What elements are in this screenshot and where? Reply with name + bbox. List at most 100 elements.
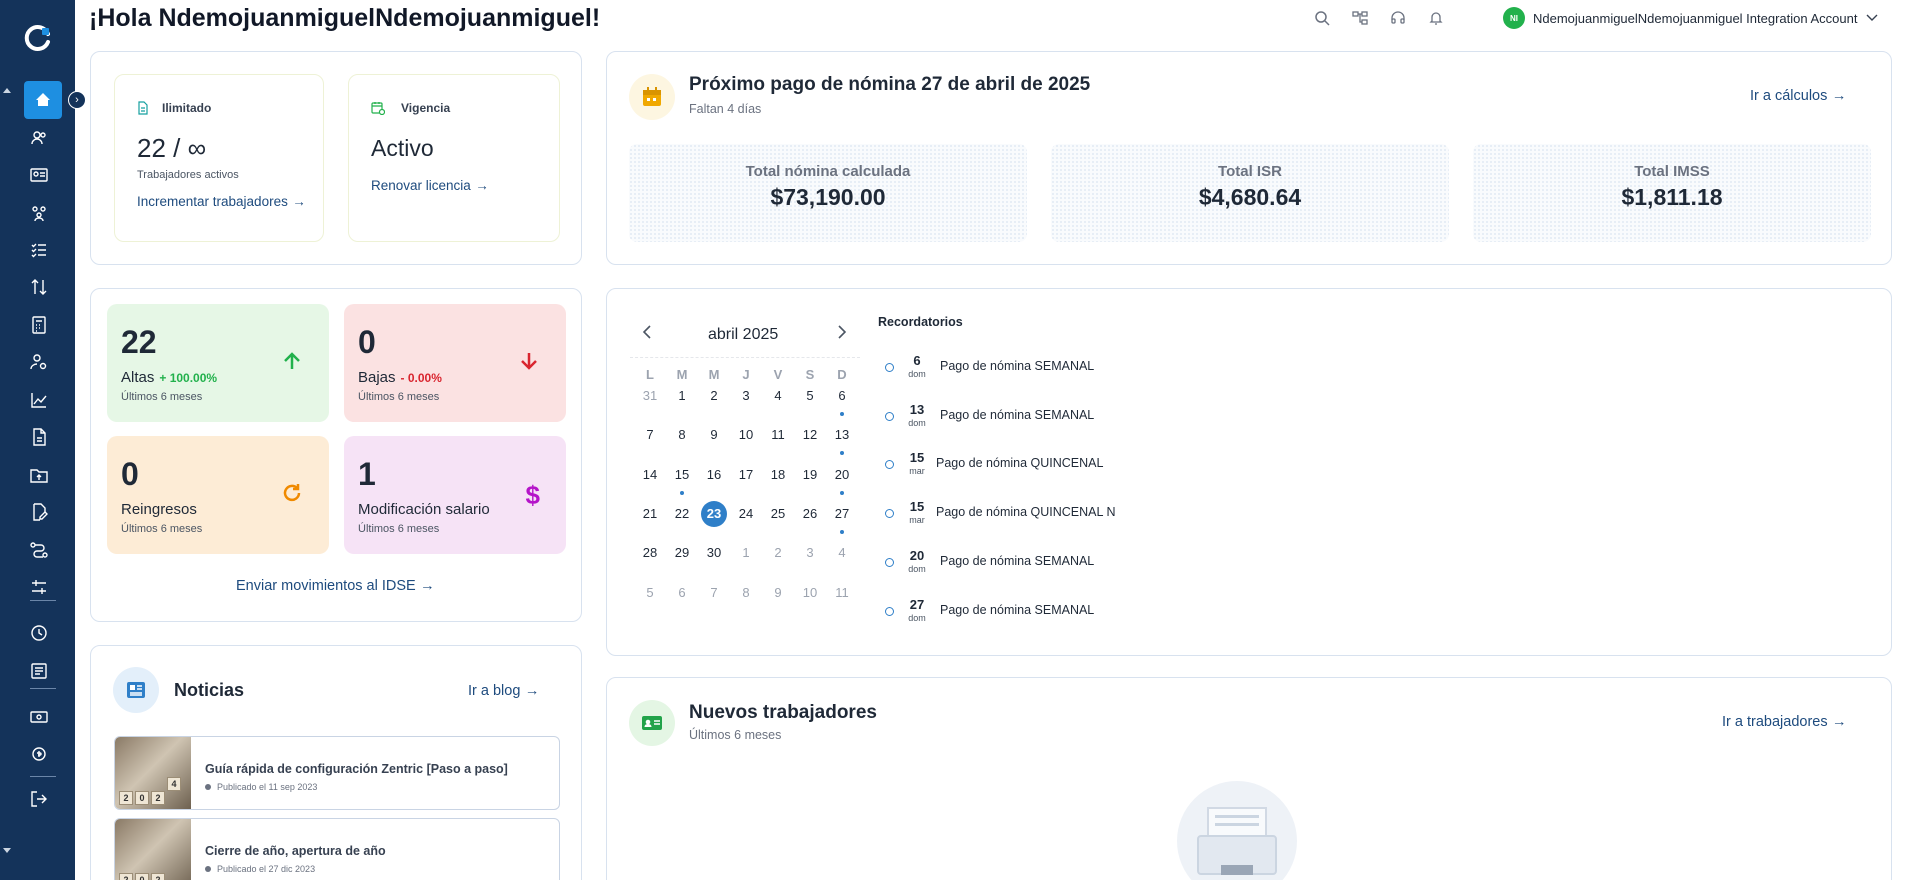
arrow-up-icon bbox=[281, 348, 303, 379]
go-to-calculations-link[interactable]: Ir a cálculos → bbox=[1750, 87, 1846, 105]
calendar-day[interactable]: 19 bbox=[797, 462, 823, 488]
total-isr-box: Total ISR $4,680.64 bbox=[1051, 144, 1449, 242]
calendar-day[interactable]: 8 bbox=[733, 580, 759, 606]
calendar-day[interactable]: 4 bbox=[829, 540, 855, 566]
money-icon[interactable] bbox=[25, 703, 53, 731]
salary-change-tile[interactable]: 1 Modificación salario Últimos 6 meses $ bbox=[344, 436, 566, 554]
go-to-workers-link[interactable]: Ir a trabajadores → bbox=[1722, 713, 1847, 731]
refresh-icon bbox=[281, 480, 303, 511]
send-idse-link[interactable]: Enviar movimientos al IDSE → bbox=[236, 577, 435, 595]
dollar-icon: $ bbox=[525, 480, 540, 510]
calendar-day[interactable]: 9 bbox=[765, 580, 791, 606]
clock-icon[interactable] bbox=[25, 619, 53, 647]
calendar-day[interactable]: 3 bbox=[797, 540, 823, 566]
calendar-day[interactable]: 10 bbox=[797, 580, 823, 606]
transfer-icon[interactable] bbox=[25, 273, 53, 301]
calendar-day[interactable]: 14 bbox=[637, 462, 663, 488]
sliders-icon[interactable] bbox=[25, 573, 53, 601]
calendar-day[interactable]: 5 bbox=[797, 383, 823, 409]
salary-change-value: 1 bbox=[358, 456, 376, 492]
calendar-day[interactable]: 3 bbox=[733, 383, 759, 409]
calendar-day[interactable]: 11 bbox=[829, 580, 855, 606]
org-chart-icon[interactable] bbox=[1350, 8, 1370, 28]
total-imss-label: Total IMSS bbox=[1634, 163, 1710, 180]
calendar-divider bbox=[630, 357, 860, 358]
calendar-day[interactable]: 12 bbox=[797, 422, 823, 448]
scroll-down-caret-icon[interactable] bbox=[3, 848, 11, 853]
sidebar-collapse-button[interactable]: › bbox=[68, 91, 86, 109]
payroll-subtitle: Faltan 4 días bbox=[689, 102, 762, 116]
team-icon[interactable] bbox=[25, 199, 53, 227]
folder-upload-icon[interactable] bbox=[25, 461, 53, 489]
calendar-day[interactable]: 27 bbox=[829, 501, 855, 527]
support-headset-icon[interactable] bbox=[1388, 8, 1408, 28]
thumb-block: 0 bbox=[135, 873, 149, 880]
reminder-bullet-icon bbox=[885, 412, 894, 421]
go-to-blog-link[interactable]: Ir a blog → bbox=[468, 682, 539, 700]
calendar-day[interactable]: 13 bbox=[829, 422, 855, 448]
calendar-day[interactable]: 20 bbox=[829, 462, 855, 488]
calendar-day[interactable]: 21 bbox=[637, 501, 663, 527]
calculator-icon[interactable] bbox=[25, 311, 53, 339]
calendar-day[interactable]: 15 bbox=[669, 462, 695, 488]
news-item[interactable]: 2 0 2 Cierre de año, apertura de año Pub… bbox=[114, 818, 560, 880]
search-icon[interactable] bbox=[1312, 8, 1332, 28]
reminder-bullet-icon bbox=[885, 558, 894, 567]
bell-icon[interactable] bbox=[1426, 8, 1446, 28]
calendar-day[interactable]: 16 bbox=[701, 462, 727, 488]
flow-icon[interactable] bbox=[25, 536, 53, 564]
scroll-up-caret-icon[interactable] bbox=[3, 88, 11, 93]
report-icon[interactable] bbox=[25, 657, 53, 685]
increase-workers-link[interactable]: Incrementar trabajadores → bbox=[137, 193, 306, 211]
calendar-day[interactable]: 24 bbox=[733, 501, 759, 527]
news-item[interactable]: 2 0 2 4 Guía rápida de configuración Zen… bbox=[114, 736, 560, 810]
hires-tile[interactable]: 22 Altas + 100.00% Últimos 6 meses bbox=[107, 304, 329, 422]
calendar-day[interactable]: 1 bbox=[669, 383, 695, 409]
calendar-day[interactable]: 18 bbox=[765, 462, 791, 488]
calendar-day[interactable]: 2 bbox=[701, 383, 727, 409]
calendar-day[interactable]: 30 bbox=[701, 540, 727, 566]
document-edit-icon[interactable] bbox=[25, 498, 53, 526]
logout-icon[interactable] bbox=[25, 785, 53, 813]
app-logo-icon[interactable] bbox=[23, 23, 53, 53]
account-menu[interactable]: NI NdemojuanmiguelNdemojuanmiguel Integr… bbox=[1503, 7, 1879, 29]
id-card-icon[interactable] bbox=[25, 161, 53, 189]
calendar-day[interactable]: 25 bbox=[765, 501, 791, 527]
calendar-day[interactable]: 6 bbox=[829, 383, 855, 409]
calendar-day-today[interactable]: 23 bbox=[701, 501, 727, 527]
home-icon[interactable] bbox=[24, 81, 62, 119]
calendar-next-button[interactable] bbox=[836, 324, 848, 345]
rehires-tile[interactable]: 0 Reingresos Últimos 6 meses bbox=[107, 436, 329, 554]
calendar-day[interactable]: 28 bbox=[637, 540, 663, 566]
calendar-day[interactable]: 11 bbox=[765, 422, 791, 448]
calendar-day[interactable]: 7 bbox=[637, 422, 663, 448]
user-settings-icon[interactable] bbox=[25, 348, 53, 376]
reminders-title: Recordatorios bbox=[878, 315, 963, 329]
calendar-day[interactable]: 5 bbox=[637, 580, 663, 606]
renew-license-link[interactable]: Renovar licencia → bbox=[371, 177, 489, 195]
calendar-day[interactable]: 29 bbox=[669, 540, 695, 566]
calendar-weekday: M bbox=[708, 367, 720, 382]
calendar-day[interactable]: 1 bbox=[733, 540, 759, 566]
calendar-day[interactable]: 26 bbox=[797, 501, 823, 527]
calendar-day[interactable]: 31 bbox=[637, 383, 663, 409]
go-to-calculations-label: Ir a cálculos bbox=[1750, 88, 1828, 104]
calendar-day[interactable]: 8 bbox=[669, 422, 695, 448]
users-icon[interactable] bbox=[25, 124, 53, 152]
calendar-day[interactable]: 17 bbox=[733, 462, 759, 488]
payroll-settings-icon[interactable] bbox=[25, 740, 53, 768]
calendar-day[interactable]: 4 bbox=[765, 383, 791, 409]
calendar-day[interactable]: 22 bbox=[669, 501, 695, 527]
terminations-label-text: Bajas bbox=[358, 369, 396, 386]
terminations-tile[interactable]: 0 Bajas - 0.00% Últimos 6 meses bbox=[344, 304, 566, 422]
calendar-day[interactable]: 2 bbox=[765, 540, 791, 566]
calendar-day[interactable]: 7 bbox=[701, 580, 727, 606]
calendar-prev-button[interactable] bbox=[641, 324, 653, 345]
checklist-icon[interactable] bbox=[25, 236, 53, 264]
calendar-day[interactable]: 9 bbox=[701, 422, 727, 448]
calendar-day[interactable]: 6 bbox=[669, 580, 695, 606]
chart-icon[interactable] bbox=[25, 386, 53, 414]
document-icon[interactable] bbox=[25, 423, 53, 451]
calendar-day[interactable]: 10 bbox=[733, 422, 759, 448]
reminder-text: Pago de nómina QUINCENAL N bbox=[936, 505, 1116, 519]
